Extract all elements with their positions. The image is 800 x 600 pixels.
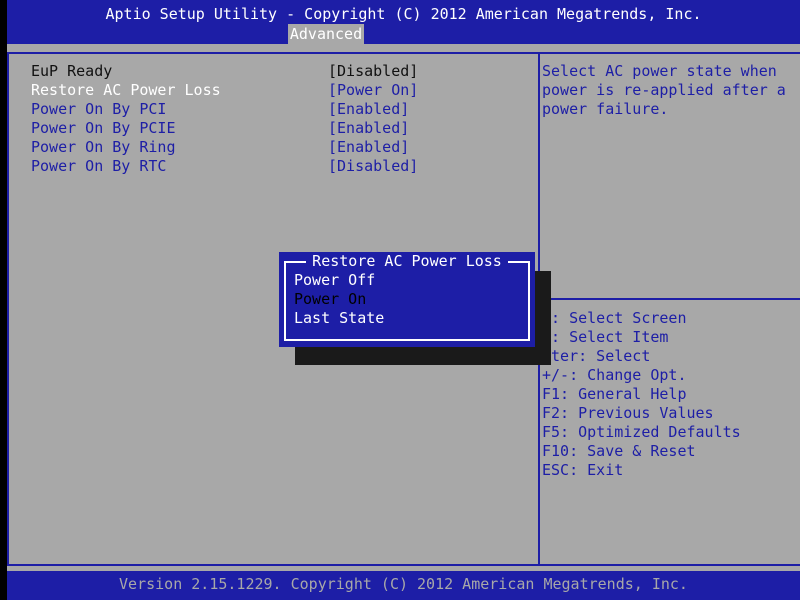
popup-title: Restore AC Power Loss [279,252,535,270]
utility-title: Aptio Setup Utility - Copyright (C) 2012… [105,5,702,23]
key-hint-change-opt: +/-: Change Opt. [542,366,687,384]
setting-row-eup-ready: EuP Ready [Disabled] [31,62,418,81]
setting-value[interactable]: [Enabled] [328,138,409,157]
setting-value: [Disabled] [328,62,419,80]
settings-list: EuP Ready [Disabled] Restore AC Power Lo… [31,62,418,176]
help-line: power failure. [542,100,669,118]
option-last-state[interactable]: Last State [294,309,384,328]
setting-row-power-on-by-rtc[interactable]: Power On By RTC [Disabled] [31,157,418,176]
setting-value[interactable]: [Power On] [328,81,418,100]
key-hint-exit: ESC: Exit [542,461,624,479]
key-hint-previous-values: F2: Previous Values [542,404,714,422]
key-legend: ←: Select Screen ↓: Select Item nter: Se… [542,309,741,480]
setting-row-power-on-by-ring[interactable]: Power On By Ring [Enabled] [31,138,409,157]
setting-label[interactable]: Power On By RTC [31,157,166,176]
setting-label: EuP Ready [31,62,113,80]
setting-row-power-on-by-pci[interactable]: Power On By PCI [Enabled] [31,100,409,119]
key-hint-optimized-defaults: F5: Optimized Defaults [542,423,741,441]
help-line: Select AC power state when [542,62,777,80]
restore-ac-power-loss-popup: Restore AC Power Loss Power Off Power On… [279,252,535,347]
key-hint-general-help: F1: General Help [542,385,687,403]
setting-label[interactable]: Power On By PCIE [31,119,176,138]
setting-value[interactable]: [Enabled] [328,100,409,119]
setting-label[interactable]: Power On By PCI [31,100,166,119]
help-divider [538,298,800,300]
help-description: Select AC power state when power is re-a… [542,62,792,119]
setting-label[interactable]: Power On By Ring [31,138,176,157]
key-hint-save-reset: F10: Save & Reset [542,442,696,460]
key-hint-enter: nter: Select [542,347,651,365]
key-hint-select-screen: ←: Select Screen [542,309,687,327]
setting-value[interactable]: [Disabled] [328,157,418,176]
setting-row-restore-ac-power-loss[interactable]: Restore AC Power Loss [Power On] [31,81,418,100]
setting-row-power-on-by-pcie[interactable]: Power On By PCIE [Enabled] [31,119,409,138]
popup-title-text: Restore AC Power Loss [306,252,508,270]
setting-value[interactable]: [Enabled] [328,119,409,138]
version-footer: Version 2.15.1229. Copyright (C) 2012 Am… [7,571,800,600]
setting-label[interactable]: Restore AC Power Loss [31,81,221,100]
popup-options: Power Off Power On Last State [294,271,384,328]
title-bar: Aptio Setup Utility - Copyright (C) 2012… [7,0,800,44]
key-hint-select-item: ↓: Select Item [542,328,669,346]
help-line: power is re-applied after a [542,81,786,99]
option-power-off[interactable]: Power Off [294,271,384,290]
option-power-on[interactable]: Power On [294,290,384,309]
tab-advanced[interactable]: Advanced [288,24,364,44]
